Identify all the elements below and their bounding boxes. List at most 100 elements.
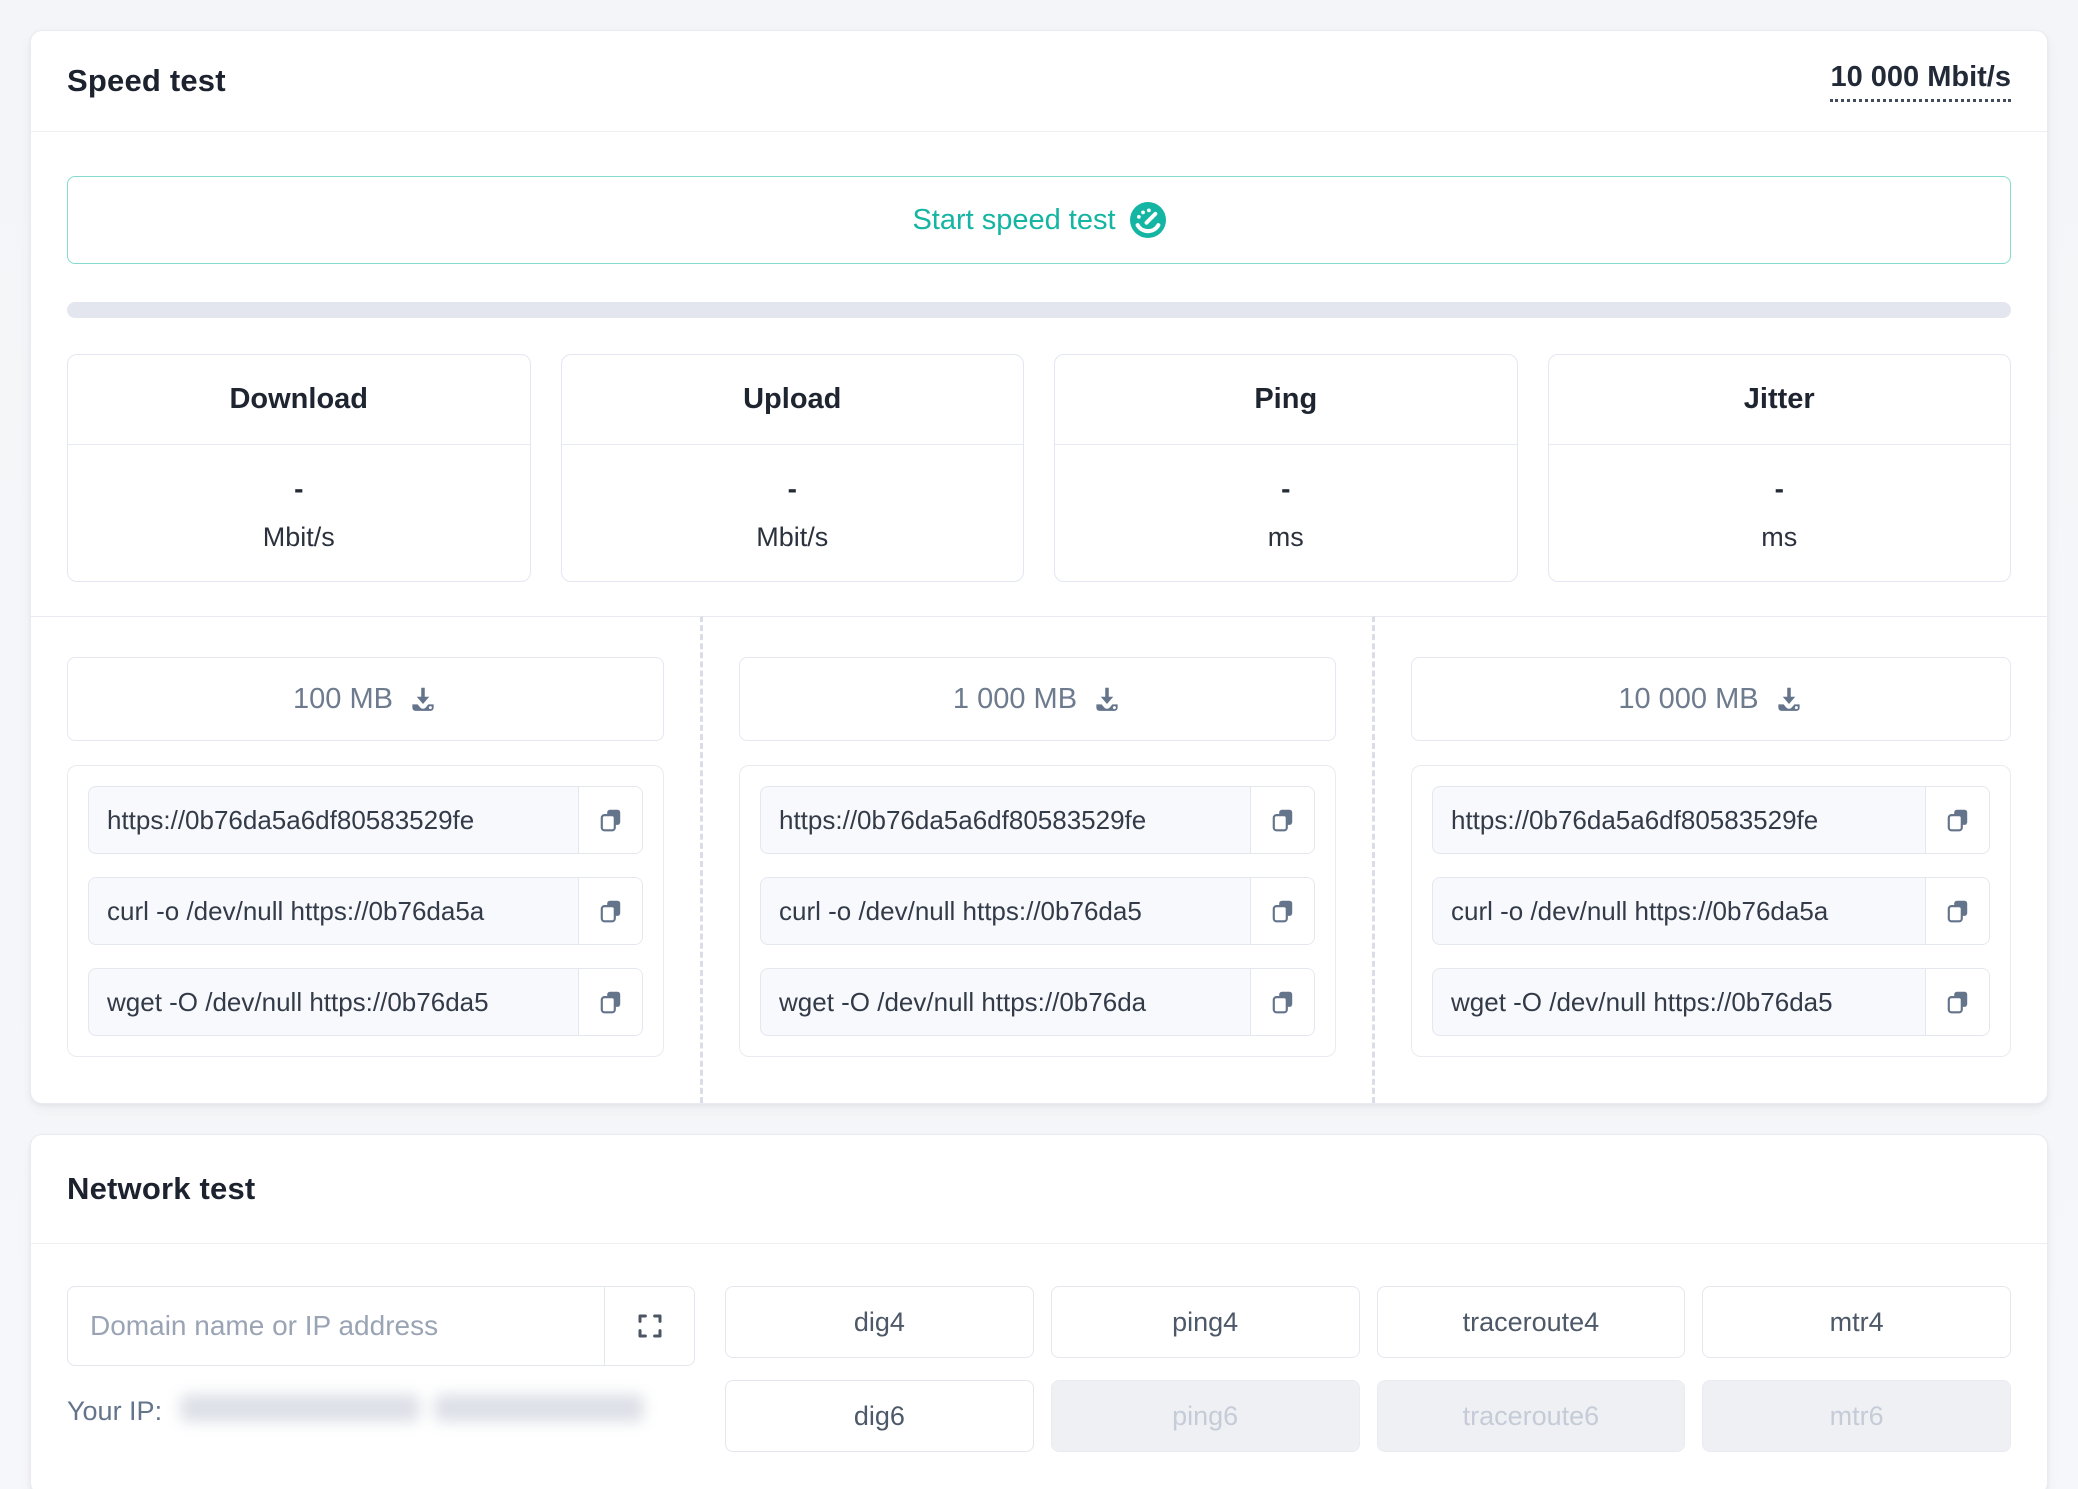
- your-ip-label: Your IP:: [67, 1396, 162, 1427]
- command-row-curl: curl -o /dev/null https://0b76da5: [760, 877, 1315, 945]
- copy-icon: [1270, 807, 1296, 833]
- curl-field[interactable]: curl -o /dev/null https://0b76da5a: [1433, 878, 1925, 944]
- tool-button-dig6[interactable]: dig6: [725, 1380, 1034, 1452]
- copy-icon: [1945, 989, 1971, 1015]
- copy-curl-button[interactable]: [1925, 878, 1989, 944]
- speed-test-card: Speed test 10 000 Mbit/s Start speed tes…: [30, 30, 2048, 1104]
- stat-label: Upload: [562, 355, 1024, 445]
- stat-unit: Mbit/s: [68, 521, 530, 553]
- stat-label: Ping: [1055, 355, 1517, 445]
- copy-icon: [598, 989, 624, 1015]
- download-column-10000mb: 10 000 MB https://0b76da5a6df80583529fe: [1375, 616, 2047, 1103]
- curl-field[interactable]: curl -o /dev/null https://0b76da5a: [89, 878, 578, 944]
- download-size-label: 10 000 MB: [1618, 683, 1758, 716]
- stat-value: -: [1055, 472, 1517, 506]
- download-column-1000mb: 1 000 MB https://0b76da5a6df80583529fe: [703, 616, 1375, 1103]
- download-icon: [1092, 684, 1122, 714]
- command-row-wget: wget -O /dev/null https://0b76da5: [1432, 968, 1990, 1036]
- stat-label: Download: [68, 355, 530, 445]
- stat-value: -: [1549, 472, 2011, 506]
- copy-icon: [598, 807, 624, 833]
- copy-curl-button[interactable]: [1250, 878, 1314, 944]
- stat-unit: ms: [1055, 521, 1517, 553]
- network-test-header: Network test: [31, 1135, 2047, 1244]
- bandwidth-selector[interactable]: 10 000 Mbit/s: [1830, 61, 2011, 102]
- stat-unit: Mbit/s: [562, 521, 1024, 553]
- command-box: https://0b76da5a6df80583529fe curl -o: [739, 765, 1336, 1057]
- stat-card-jitter: Jitter - ms: [1548, 354, 2012, 582]
- network-tools-grid: dig4 ping4 traceroute4 mtr4 dig6 ping6 t…: [725, 1286, 2011, 1452]
- stat-card-upload: Upload - Mbit/s: [561, 354, 1025, 582]
- copy-wget-button[interactable]: [1250, 969, 1314, 1035]
- command-row-url: https://0b76da5a6df80583529fe: [760, 786, 1315, 854]
- speedometer-icon: [1130, 202, 1166, 238]
- download-icon: [1774, 684, 1804, 714]
- download-size-label: 1 000 MB: [953, 683, 1077, 716]
- command-row-curl: curl -o /dev/null https://0b76da5a: [1432, 877, 1990, 945]
- url-field[interactable]: https://0b76da5a6df80583529fe: [1433, 787, 1925, 853]
- page: Speed test 10 000 Mbit/s Start speed tes…: [0, 0, 2078, 1489]
- download-columns: 100 MB https://0b76da5a6df80583529fe: [31, 616, 2047, 1103]
- command-box: https://0b76da5a6df80583529fe curl -o: [1411, 765, 2011, 1057]
- expand-button[interactable]: [604, 1287, 694, 1365]
- copy-icon: [598, 898, 624, 924]
- network-test-card: Network test: [30, 1134, 2048, 1489]
- copy-curl-button[interactable]: [578, 878, 642, 944]
- stat-value: -: [68, 472, 530, 506]
- domain-input-row: [67, 1286, 695, 1366]
- wget-field[interactable]: wget -O /dev/null https://0b76da5: [89, 969, 578, 1035]
- url-field[interactable]: https://0b76da5a6df80583529fe: [89, 787, 578, 853]
- copy-icon: [1945, 898, 1971, 924]
- speed-test-progress-bar: [67, 302, 2011, 318]
- tool-button-mtr6[interactable]: mtr6: [1702, 1380, 2011, 1452]
- copy-icon: [1945, 807, 1971, 833]
- tool-button-dig4[interactable]: dig4: [725, 1286, 1034, 1358]
- curl-field[interactable]: curl -o /dev/null https://0b76da5: [761, 878, 1250, 944]
- command-row-url: https://0b76da5a6df80583529fe: [88, 786, 643, 854]
- download-1000mb-button[interactable]: 1 000 MB: [739, 657, 1336, 741]
- speed-test-title: Speed test: [67, 63, 226, 99]
- command-row-url: https://0b76da5a6df80583529fe: [1432, 786, 1990, 854]
- start-speed-test-label: Start speed test: [912, 204, 1115, 237]
- command-row-wget: wget -O /dev/null https://0b76da: [760, 968, 1315, 1036]
- fullscreen-icon: [635, 1311, 665, 1341]
- speed-test-body: Start speed test: [31, 132, 2047, 582]
- copy-wget-button[interactable]: [578, 969, 642, 1035]
- download-size-label: 100 MB: [293, 683, 393, 716]
- your-ip-redacted: [180, 1394, 644, 1429]
- tool-button-mtr4[interactable]: mtr4: [1702, 1286, 2011, 1358]
- tool-button-ping6[interactable]: ping6: [1051, 1380, 1360, 1452]
- tool-button-traceroute6[interactable]: traceroute6: [1377, 1380, 1686, 1452]
- command-row-curl: curl -o /dev/null https://0b76da5a: [88, 877, 643, 945]
- stat-label: Jitter: [1549, 355, 2011, 445]
- wget-field[interactable]: wget -O /dev/null https://0b76da: [761, 969, 1250, 1035]
- domain-input-group: Your IP:: [67, 1286, 695, 1429]
- stat-unit: ms: [1549, 521, 2011, 553]
- copy-icon: [1270, 989, 1296, 1015]
- your-ip-row: Your IP:: [67, 1394, 695, 1429]
- copy-url-button[interactable]: [1250, 787, 1314, 853]
- copy-wget-button[interactable]: [1925, 969, 1989, 1035]
- domain-input[interactable]: [68, 1287, 604, 1365]
- tool-button-traceroute4[interactable]: traceroute4: [1377, 1286, 1686, 1358]
- download-column-100mb: 100 MB https://0b76da5a6df80583529fe: [31, 616, 703, 1103]
- download-icon: [408, 684, 438, 714]
- stat-card-download: Download - Mbit/s: [67, 354, 531, 582]
- copy-url-button[interactable]: [1925, 787, 1989, 853]
- copy-url-button[interactable]: [578, 787, 642, 853]
- wget-field[interactable]: wget -O /dev/null https://0b76da5: [1433, 969, 1925, 1035]
- stat-card-ping: Ping - ms: [1054, 354, 1518, 582]
- download-100mb-button[interactable]: 100 MB: [67, 657, 664, 741]
- speed-test-header: Speed test 10 000 Mbit/s: [31, 31, 2047, 132]
- command-row-wget: wget -O /dev/null https://0b76da5: [88, 968, 643, 1036]
- network-test-title: Network test: [67, 1171, 255, 1207]
- command-box: https://0b76da5a6df80583529fe curl -o: [67, 765, 664, 1057]
- start-speed-test-button[interactable]: Start speed test: [67, 176, 2011, 264]
- url-field[interactable]: https://0b76da5a6df80583529fe: [761, 787, 1250, 853]
- tool-button-ping4[interactable]: ping4: [1051, 1286, 1360, 1358]
- download-10000mb-button[interactable]: 10 000 MB: [1411, 657, 2011, 741]
- stat-value: -: [562, 472, 1024, 506]
- copy-icon: [1270, 898, 1296, 924]
- stats-grid: Download - Mbit/s Upload - Mbit/s Ping: [67, 354, 2011, 582]
- network-test-body: Your IP: dig4 ping4 traceroute4 mtr4 dig…: [31, 1244, 2047, 1489]
